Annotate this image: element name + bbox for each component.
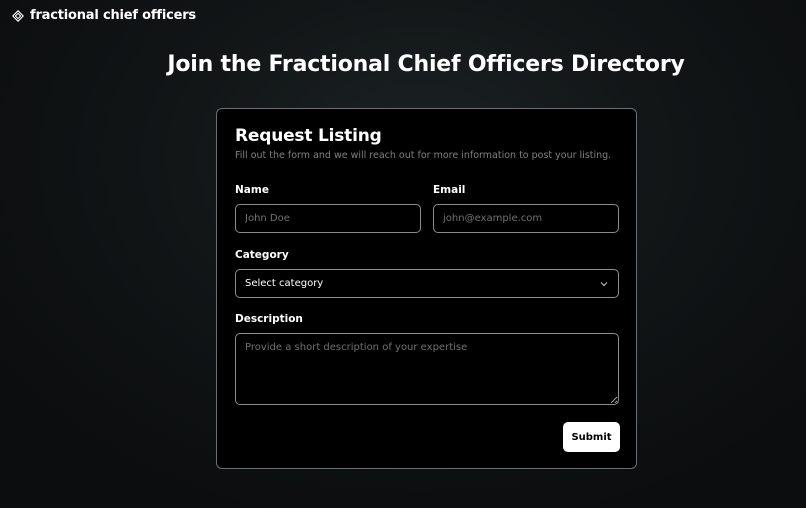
form-title: Request Listing bbox=[235, 126, 382, 146]
brand-name: fractional chief officers bbox=[30, 8, 196, 23]
category-select[interactable]: Select category bbox=[235, 269, 619, 298]
name-label: Name bbox=[235, 184, 269, 196]
diamond-logo-icon bbox=[12, 9, 24, 22]
submit-button[interactable]: Submit bbox=[563, 422, 620, 452]
description-textarea[interactable] bbox=[235, 333, 619, 405]
form-subtitle: Fill out the form and we will reach out … bbox=[235, 150, 612, 161]
page-title: Join the Fractional Chief Officers Direc… bbox=[167, 52, 685, 77]
category-select-value: Select category bbox=[245, 278, 324, 289]
request-listing-form: Request Listing Fill out the form and we… bbox=[216, 108, 637, 469]
email-label: Email bbox=[433, 184, 466, 196]
description-label: Description bbox=[235, 313, 303, 325]
category-label: Category bbox=[235, 249, 289, 261]
chevron-down-icon bbox=[599, 279, 609, 289]
email-input[interactable] bbox=[433, 204, 619, 233]
name-input[interactable] bbox=[235, 204, 421, 233]
brand-logo[interactable]: fractional chief officers bbox=[12, 8, 196, 23]
